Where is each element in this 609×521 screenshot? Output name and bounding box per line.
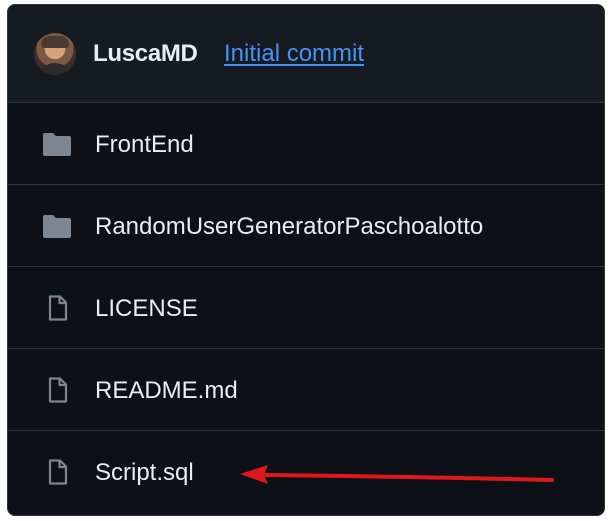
file-name-link[interactable]: Script.sql — [95, 459, 194, 487]
latest-commit-header: LuscaMD Initial commit — [8, 5, 604, 103]
folder-icon — [43, 215, 71, 238]
file-name-link[interactable]: RandomUserGeneratorPaschoalotto — [95, 213, 483, 241]
file-row-frontend[interactable]: FrontEnd — [8, 103, 604, 185]
file-name-link[interactable]: LICENSE — [95, 295, 198, 323]
file-row-randomusergeneratorpaschoalotto[interactable]: RandomUserGeneratorPaschoalotto — [8, 185, 604, 267]
avatar[interactable] — [34, 33, 76, 75]
commit-message-link[interactable]: Initial commit — [224, 40, 364, 68]
file-icon — [48, 377, 68, 403]
file-icon — [48, 295, 68, 321]
file-name-link[interactable]: README.md — [95, 377, 238, 405]
file-browser-panel: LuscaMD Initial commit FrontEnd RandomUs… — [7, 4, 605, 516]
file-row-license[interactable]: LICENSE — [8, 267, 604, 349]
commit-author-link[interactable]: LuscaMD — [93, 40, 198, 68]
folder-icon — [43, 133, 71, 156]
annotation-arrow-icon — [240, 465, 554, 484]
file-name-link[interactable]: FrontEnd — [95, 131, 194, 159]
file-row-readme[interactable]: README.md — [8, 349, 604, 431]
file-icon — [48, 459, 68, 485]
